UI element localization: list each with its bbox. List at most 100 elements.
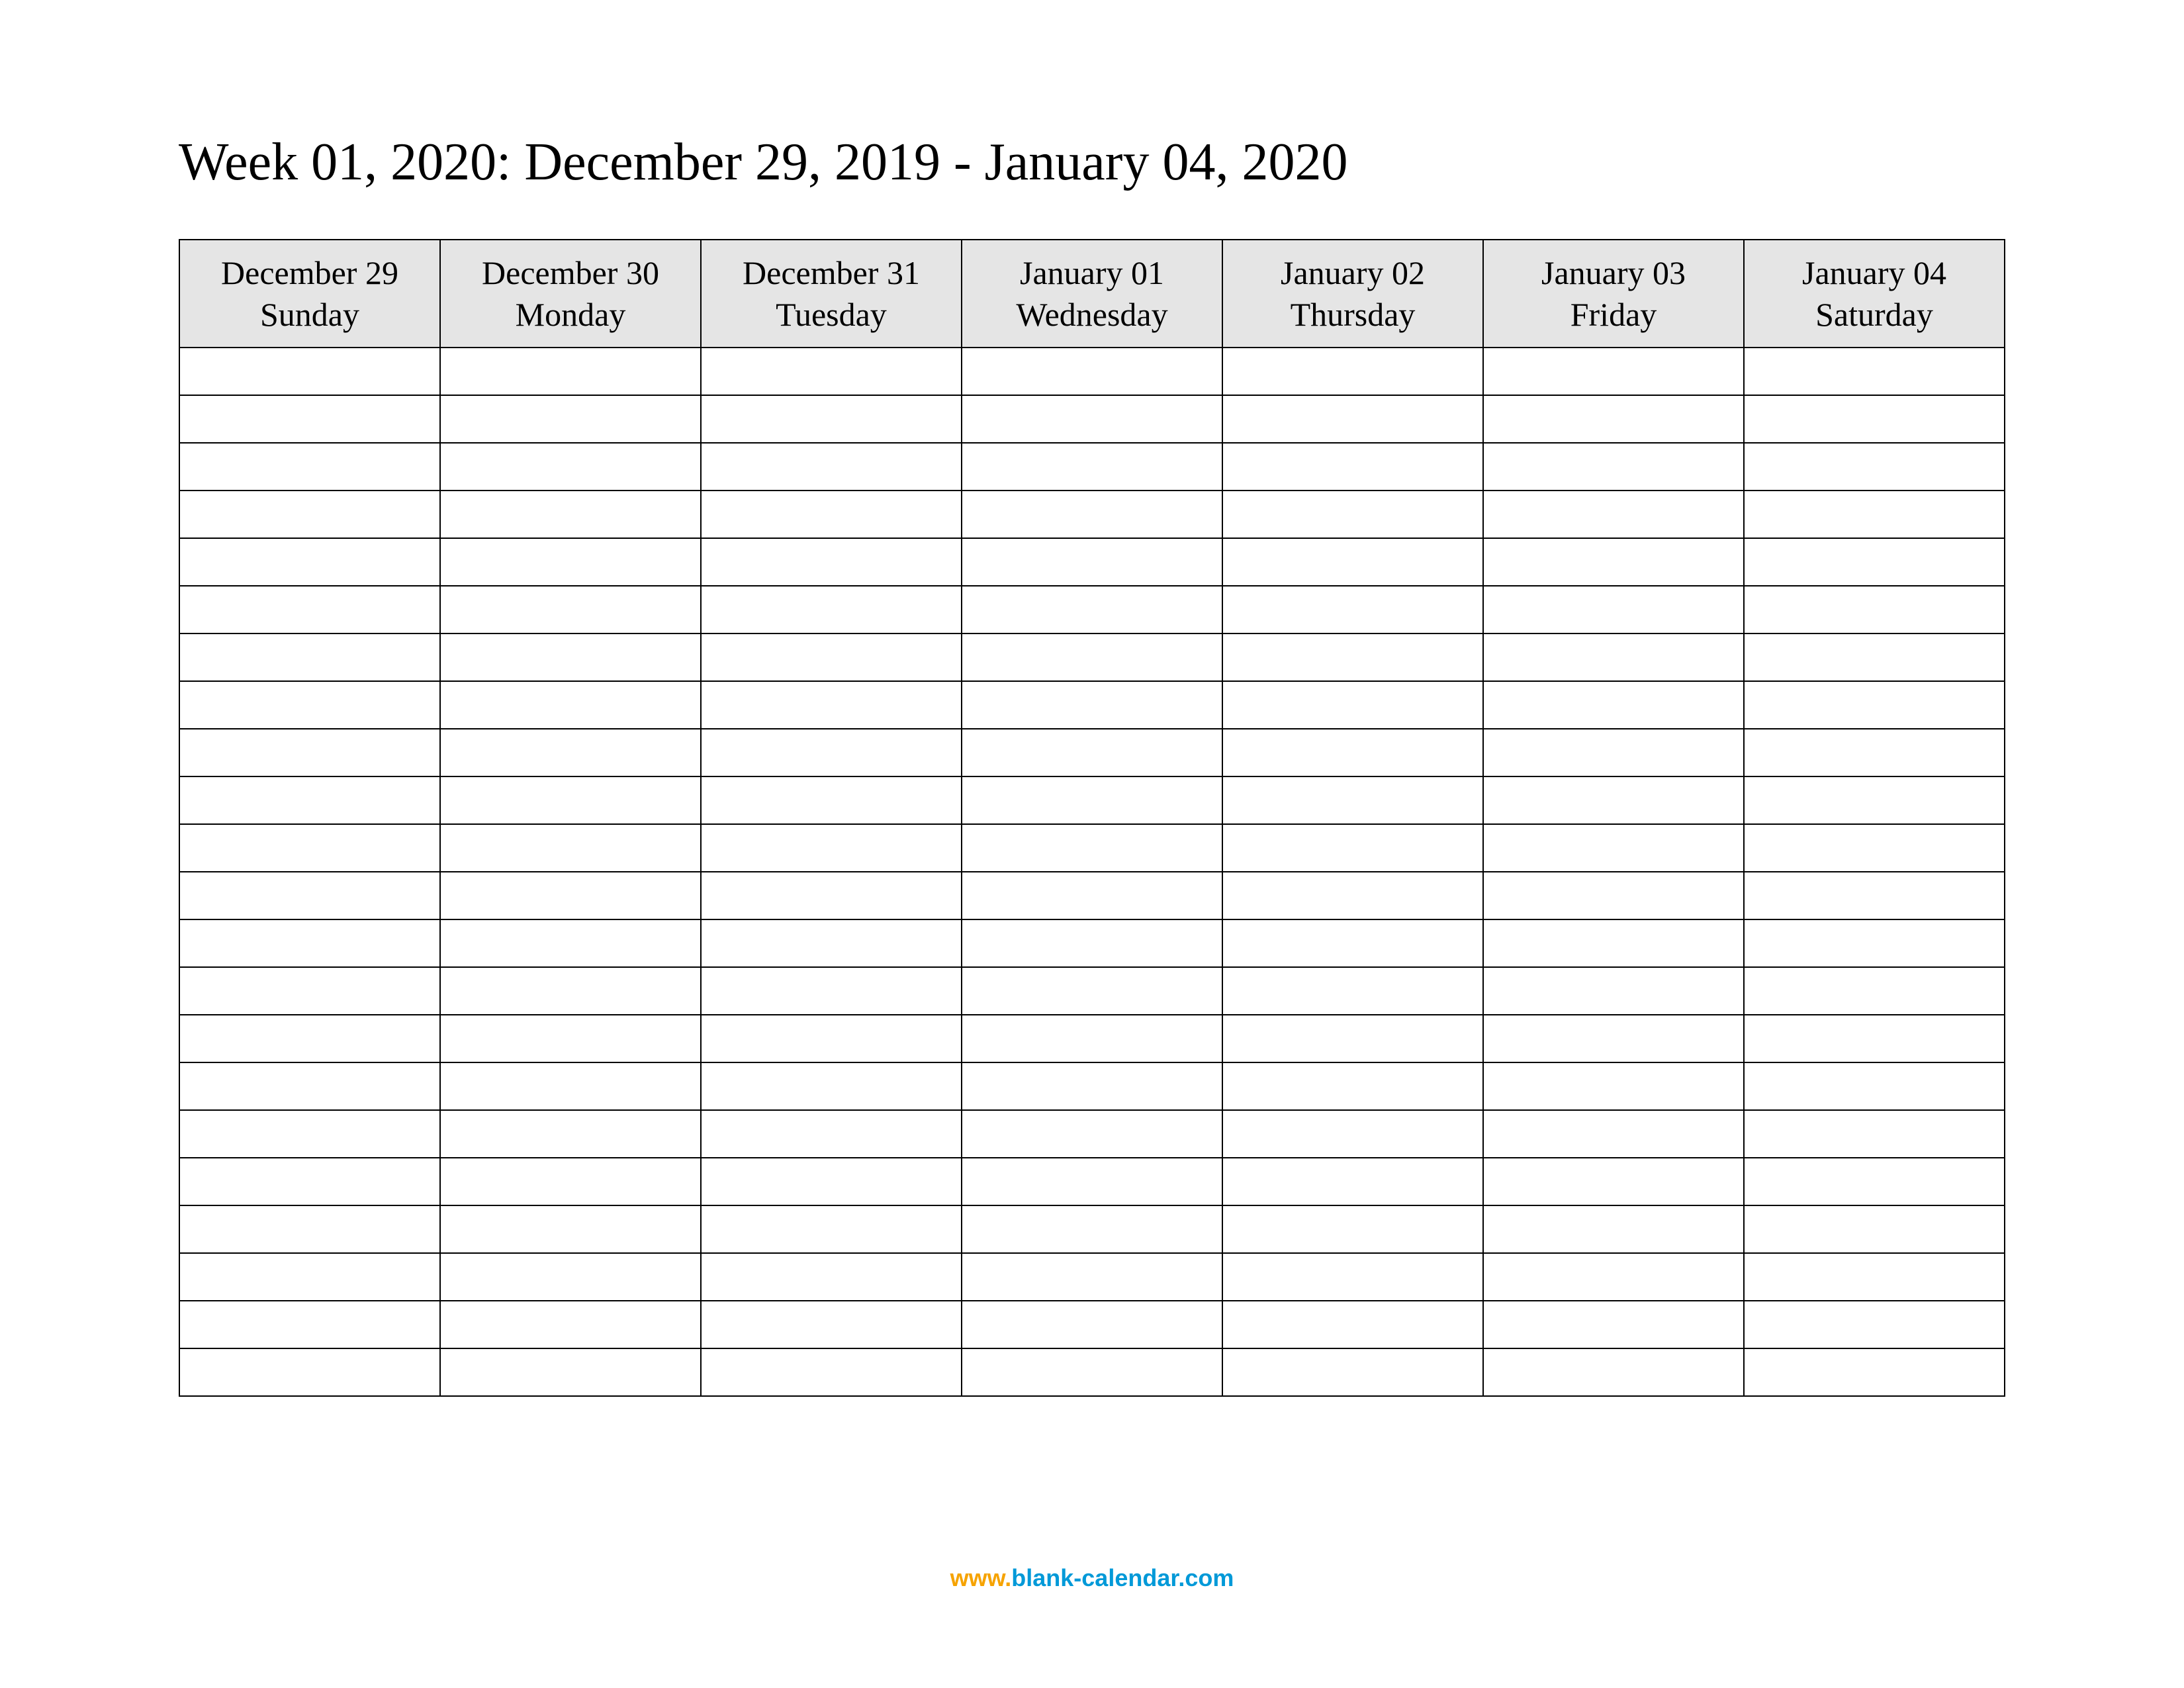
calendar-row [179, 729, 2005, 776]
calendar-cell [1483, 776, 1744, 824]
calendar-cell [440, 776, 701, 824]
calendar-row [179, 681, 2005, 729]
calendar-cell [179, 1253, 440, 1301]
calendar-cell [1222, 872, 1483, 919]
calendar-cell [179, 1062, 440, 1110]
calendar-cell [440, 538, 701, 586]
calendar-cell [1222, 395, 1483, 443]
calendar-cell [962, 1348, 1222, 1396]
calendar-cell [701, 967, 962, 1015]
calendar-cell [962, 729, 1222, 776]
calendar-row [179, 491, 2005, 538]
calendar-cell [1222, 824, 1483, 872]
header-date: December 29 [221, 254, 398, 291]
calendar-cell [440, 443, 701, 491]
calendar-cell [962, 586, 1222, 633]
calendar-row [179, 395, 2005, 443]
calendar-cell [962, 348, 1222, 395]
calendar-cell [962, 1110, 1222, 1158]
calendar-cell [962, 491, 1222, 538]
calendar-cell [179, 919, 440, 967]
column-header-6: January 04 Saturday [1744, 240, 2005, 348]
calendar-cell [1222, 967, 1483, 1015]
calendar-cell [701, 919, 962, 967]
calendar-cell [701, 1348, 962, 1396]
calendar-cell [1222, 633, 1483, 681]
calendar-row [179, 872, 2005, 919]
calendar-cell [962, 633, 1222, 681]
calendar-cell [1744, 967, 2005, 1015]
calendar-cell [1744, 348, 2005, 395]
calendar-cell [440, 824, 701, 872]
calendar-cell [701, 491, 962, 538]
calendar-row [179, 1158, 2005, 1205]
column-header-1: December 30 Monday [440, 240, 701, 348]
calendar-cell [1483, 729, 1744, 776]
calendar-cell [1483, 538, 1744, 586]
calendar-cell [440, 1062, 701, 1110]
calendar-cell [1483, 443, 1744, 491]
calendar-cell [1744, 1348, 2005, 1396]
calendar-cell [1744, 681, 2005, 729]
header-row: December 29 Sunday December 30 Monday De… [179, 240, 2005, 348]
calendar-cell [701, 1205, 962, 1253]
calendar-row [179, 1205, 2005, 1253]
calendar-cell [1222, 348, 1483, 395]
calendar-cell [179, 348, 440, 395]
calendar-row [179, 586, 2005, 633]
calendar-body [179, 348, 2005, 1396]
column-header-3: January 01 Wednesday [962, 240, 1222, 348]
column-header-0: December 29 Sunday [179, 240, 440, 348]
calendar-cell [1744, 395, 2005, 443]
calendar-cell [1483, 1062, 1744, 1110]
calendar-row [179, 776, 2005, 824]
calendar-row [179, 1301, 2005, 1348]
calendar-cell [1222, 538, 1483, 586]
calendar-cell [179, 967, 440, 1015]
calendar-cell [1222, 1348, 1483, 1396]
footer-link: www.blank-calendar.com [950, 1564, 1234, 1592]
calendar-cell [1483, 633, 1744, 681]
calendar-cell [179, 1158, 440, 1205]
calendar-cell [1744, 1110, 2005, 1158]
calendar-cell [179, 872, 440, 919]
header-weekday: Thursday [1291, 296, 1416, 333]
calendar-cell [1222, 776, 1483, 824]
calendar-cell [179, 824, 440, 872]
calendar-cell [1744, 776, 2005, 824]
header-weekday: Saturday [1815, 296, 1933, 333]
calendar-cell [962, 1301, 1222, 1348]
calendar-cell [962, 776, 1222, 824]
header-weekday: Friday [1570, 296, 1657, 333]
header-date: December 30 [482, 254, 659, 291]
calendar-cell [1483, 919, 1744, 967]
calendar-cell [440, 729, 701, 776]
calendar-cell [962, 824, 1222, 872]
calendar-cell [1222, 1301, 1483, 1348]
calendar-cell [1483, 681, 1744, 729]
calendar-row [179, 919, 2005, 967]
header-weekday: Sunday [260, 296, 359, 333]
calendar-cell [701, 348, 962, 395]
calendar-cell [440, 919, 701, 967]
calendar-cell [1744, 586, 2005, 633]
header-date: January 04 [1802, 254, 1946, 291]
calendar-cell [701, 443, 962, 491]
calendar-cell [1744, 491, 2005, 538]
calendar-cell [179, 586, 440, 633]
calendar-cell [179, 681, 440, 729]
calendar-cell [701, 729, 962, 776]
calendar-cell [440, 1158, 701, 1205]
header-weekday: Wednesday [1016, 296, 1167, 333]
header-date: December 31 [743, 254, 920, 291]
calendar-cell [962, 872, 1222, 919]
calendar-cell [1483, 824, 1744, 872]
page-title: Week 01, 2020: December 29, 2019 - Janua… [179, 132, 2005, 193]
header-date: January 01 [1020, 254, 1164, 291]
calendar-cell [440, 491, 701, 538]
calendar-cell [179, 1348, 440, 1396]
calendar-cell [701, 1301, 962, 1348]
calendar-cell [1744, 1158, 2005, 1205]
calendar-row [179, 1062, 2005, 1110]
calendar-cell [962, 538, 1222, 586]
